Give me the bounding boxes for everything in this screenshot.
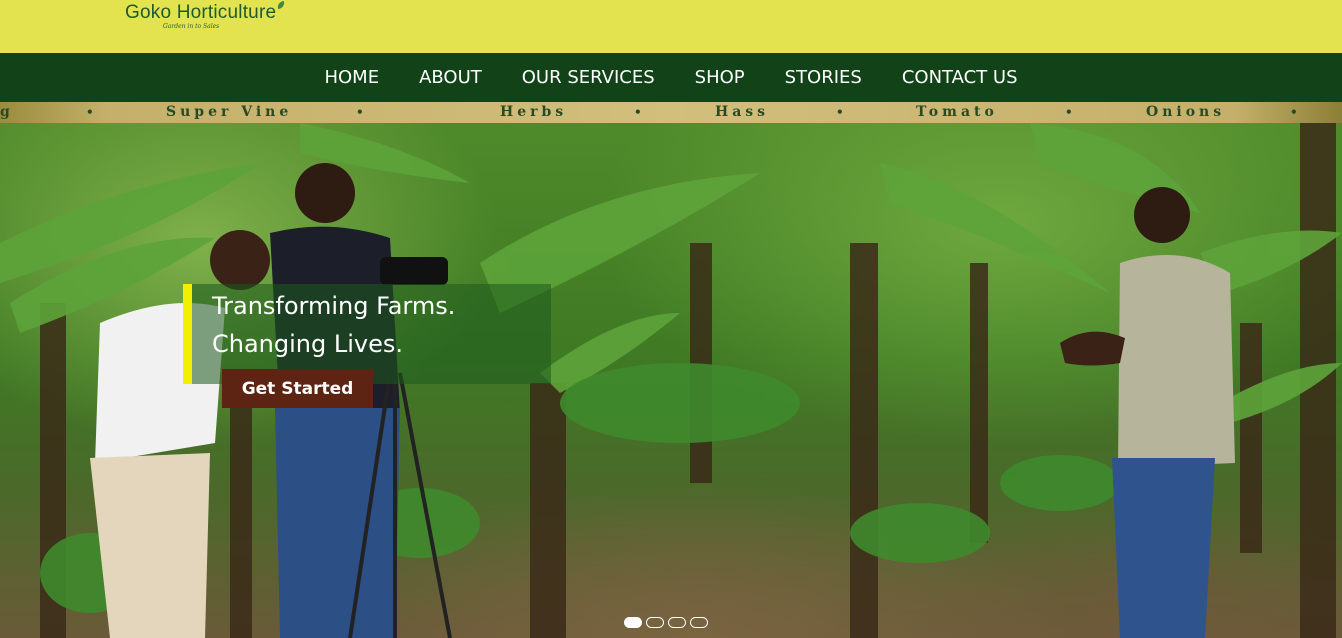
top-header-bar: Goko Horticulture Garden in to Sales [0,0,1342,53]
hero-headline-line2: Changing Lives. [212,330,404,358]
slider-dot-4[interactable] [690,617,708,628]
main-nav: HOME ABOUT OUR SERVICES SHOP STORIES CON… [0,53,1342,102]
slider-dot-1[interactable] [624,617,642,628]
ticker-item: Hass [715,104,770,120]
ticker-separator: • [836,105,844,119]
ticker-separator: • [1290,105,1298,119]
nav-shop[interactable]: SHOP [695,67,745,88]
leaf-icon [276,0,287,10]
slider-dot-2[interactable] [646,617,664,628]
hero-banner: Transforming Farms. Changing Lives. Get … [0,123,1342,638]
slider-dot-3[interactable] [668,617,686,628]
nav-contact-us[interactable]: CONTACT US [902,67,1018,88]
ticker-item: g [0,104,14,120]
ticker-item: Tomato [916,104,998,120]
ticker-separator: • [356,105,364,119]
slider-dots [624,617,708,628]
nav-about[interactable]: ABOUT [419,67,482,88]
ticker-separator: • [634,105,642,119]
brand-tagline: Garden in to Sales [163,23,220,30]
nav-our-services[interactable]: OUR SERVICES [522,67,655,88]
nav-stories[interactable]: STORIES [785,67,862,88]
brand-logo[interactable]: Goko Horticulture Garden in to Sales [125,0,287,30]
get-started-button[interactable]: Get Started [222,369,373,408]
ticker-separator: • [1065,105,1073,119]
ticker-item: Herbs [500,104,568,120]
nav-home[interactable]: HOME [324,67,379,88]
ticker-separator: • [86,105,94,119]
ticker-item: Onions [1146,104,1226,120]
hero-headline-line1: Transforming Farms. [212,292,456,320]
ticker-item: Super Vine [166,104,293,120]
product-ticker: g • Super Vine • Herbs • Hass • Tomato •… [0,102,1342,123]
brand-name: Goko Horticulture [125,2,277,23]
